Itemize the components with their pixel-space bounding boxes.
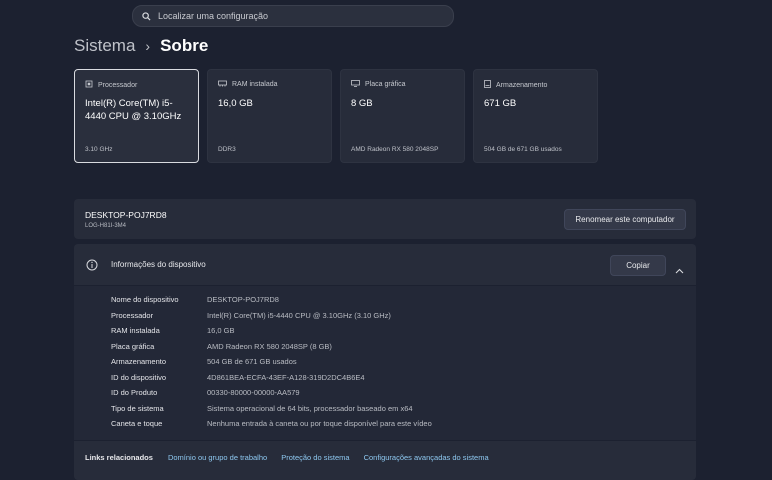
ram-icon (218, 80, 227, 89)
spec-list: Nome do dispositivo DESKTOP-POJ7RD8 Proce… (111, 292, 432, 432)
spec-row: Placa gráfica AMD Radeon RX 580 2048SP (8… (111, 339, 432, 355)
spec-key: Placa gráfica (111, 341, 155, 351)
spec-row: Caneta e toque Nenhuma entrada à caneta o… (111, 416, 432, 432)
card-storage[interactable]: Armazenamento 671 GB 504 GB de 671 GB us… (473, 69, 598, 163)
spec-value: 504 GB de 671 GB usados (207, 357, 297, 367)
spec-value: 4D861BEA-ECFA-43EF-A128-319D2DC4B6E4 (207, 372, 365, 382)
spec-value: 00330-80000-00000-AA579 (207, 388, 300, 398)
search-icon (142, 11, 151, 21)
device-name-panel: DESKTOP-POJ7RD8 LOG-H81I-3M4 Renomear es… (74, 199, 696, 239)
spec-key: Nome do dispositivo (111, 295, 179, 305)
spec-row: Processador Intel(R) Core(TM) i5-4440 CPU… (111, 308, 432, 324)
card-sub: 3.10 GHz (85, 146, 113, 153)
spec-key: Caneta e toque (111, 419, 163, 429)
link-system-protection[interactable]: Proteção do sistema (281, 453, 349, 462)
link-domain-workgroup[interactable]: Domínio ou grupo de trabalho (168, 453, 267, 462)
device-info-title: Informações do dispositivo (111, 260, 206, 269)
link-advanced-settings[interactable]: Configurações avançadas do sistema (364, 453, 489, 462)
spec-row: Tipo de sistema Sistema operacional de 64… (111, 401, 432, 417)
spec-value: Nenhuma entrada à caneta ou por toque di… (207, 419, 432, 429)
spec-value: DESKTOP-POJ7RD8 (207, 295, 279, 305)
spec-cards: Processador Intel(R) Core(TM) i5-4440 CP… (74, 69, 598, 163)
info-icon (86, 258, 98, 276)
copy-button[interactable]: Copiar (610, 255, 666, 276)
gpu-icon (351, 80, 360, 89)
spec-key: Processador (111, 310, 154, 320)
spec-row: Armazenamento 504 GB de 671 GB usados (111, 354, 432, 370)
search-input[interactable]: Localizar uma configuração (132, 5, 454, 27)
spec-row: ID do dispositivo 4D861BEA-ECFA-43EF-A128… (111, 370, 432, 386)
spec-key: ID do dispositivo (111, 372, 167, 382)
card-label: RAM instalada (232, 81, 278, 88)
card-processor[interactable]: Processador Intel(R) Core(TM) i5-4440 CP… (74, 69, 199, 163)
cpu-icon (85, 80, 93, 90)
card-label: Armazenamento (496, 81, 548, 89)
device-info-section: Informações do dispositivo Copiar Nome d… (74, 244, 696, 480)
spec-value: Sistema operacional de 64 bits, processa… (207, 403, 413, 413)
card-value: Intel(R) Core(TM) i5-4440 CPU @ 3.10GHz (85, 98, 182, 122)
spec-key: ID do Produto (111, 388, 158, 398)
card-value: 16,0 GB (218, 98, 253, 109)
spec-value: AMD Radeon RX 580 2048SP (8 GB) (207, 341, 332, 351)
device-model: LOG-H81I-3M4 (85, 223, 127, 229)
card-sub: AMD Radeon RX 580 2048SP (351, 146, 439, 153)
spec-key: Armazenamento (111, 357, 167, 367)
spec-value: 16,0 GB (207, 326, 235, 336)
card-value: 8 GB (351, 98, 373, 109)
spec-row: Nome do dispositivo DESKTOP-POJ7RD8 (111, 292, 432, 308)
spec-row: RAM instalada 16,0 GB (111, 323, 432, 339)
card-value: 671 GB (484, 98, 517, 109)
spec-key: RAM instalada (111, 326, 160, 336)
related-links-bar: Links relacionados Domínio ou grupo de t… (74, 440, 696, 473)
chevron-up-icon[interactable] (675, 261, 684, 279)
page-title: Sobre (160, 36, 209, 55)
device-info-header[interactable]: Informações do dispositivo Copiar (74, 244, 696, 286)
device-name: DESKTOP-POJ7RD8 (85, 210, 167, 220)
breadcrumb: Sistema › Sobre (74, 36, 208, 56)
spec-row: ID do Produto 00330-80000-00000-AA579 (111, 385, 432, 401)
card-label: Processador (98, 81, 138, 89)
storage-icon (484, 80, 491, 90)
card-label: Placa gráfica (365, 81, 406, 88)
card-gpu[interactable]: Placa gráfica 8 GB AMD Radeon RX 580 204… (340, 69, 465, 163)
next-section-edge (74, 473, 696, 480)
breadcrumb-parent[interactable]: Sistema (74, 36, 135, 56)
card-ram[interactable]: RAM instalada 16,0 GB DDR3 (207, 69, 332, 163)
card-sub: 504 GB de 671 GB usados (484, 146, 562, 153)
related-links-label: Links relacionados (85, 452, 153, 462)
spec-value: Intel(R) Core(TM) i5-4440 CPU @ 3.10GHz … (207, 310, 391, 320)
rename-pc-button[interactable]: Renomear este computador (564, 209, 686, 230)
breadcrumb-separator-icon: › (145, 38, 151, 54)
spec-key: Tipo de sistema (111, 403, 164, 413)
search-placeholder: Localizar uma configuração (158, 11, 269, 21)
card-sub: DDR3 (218, 146, 236, 153)
